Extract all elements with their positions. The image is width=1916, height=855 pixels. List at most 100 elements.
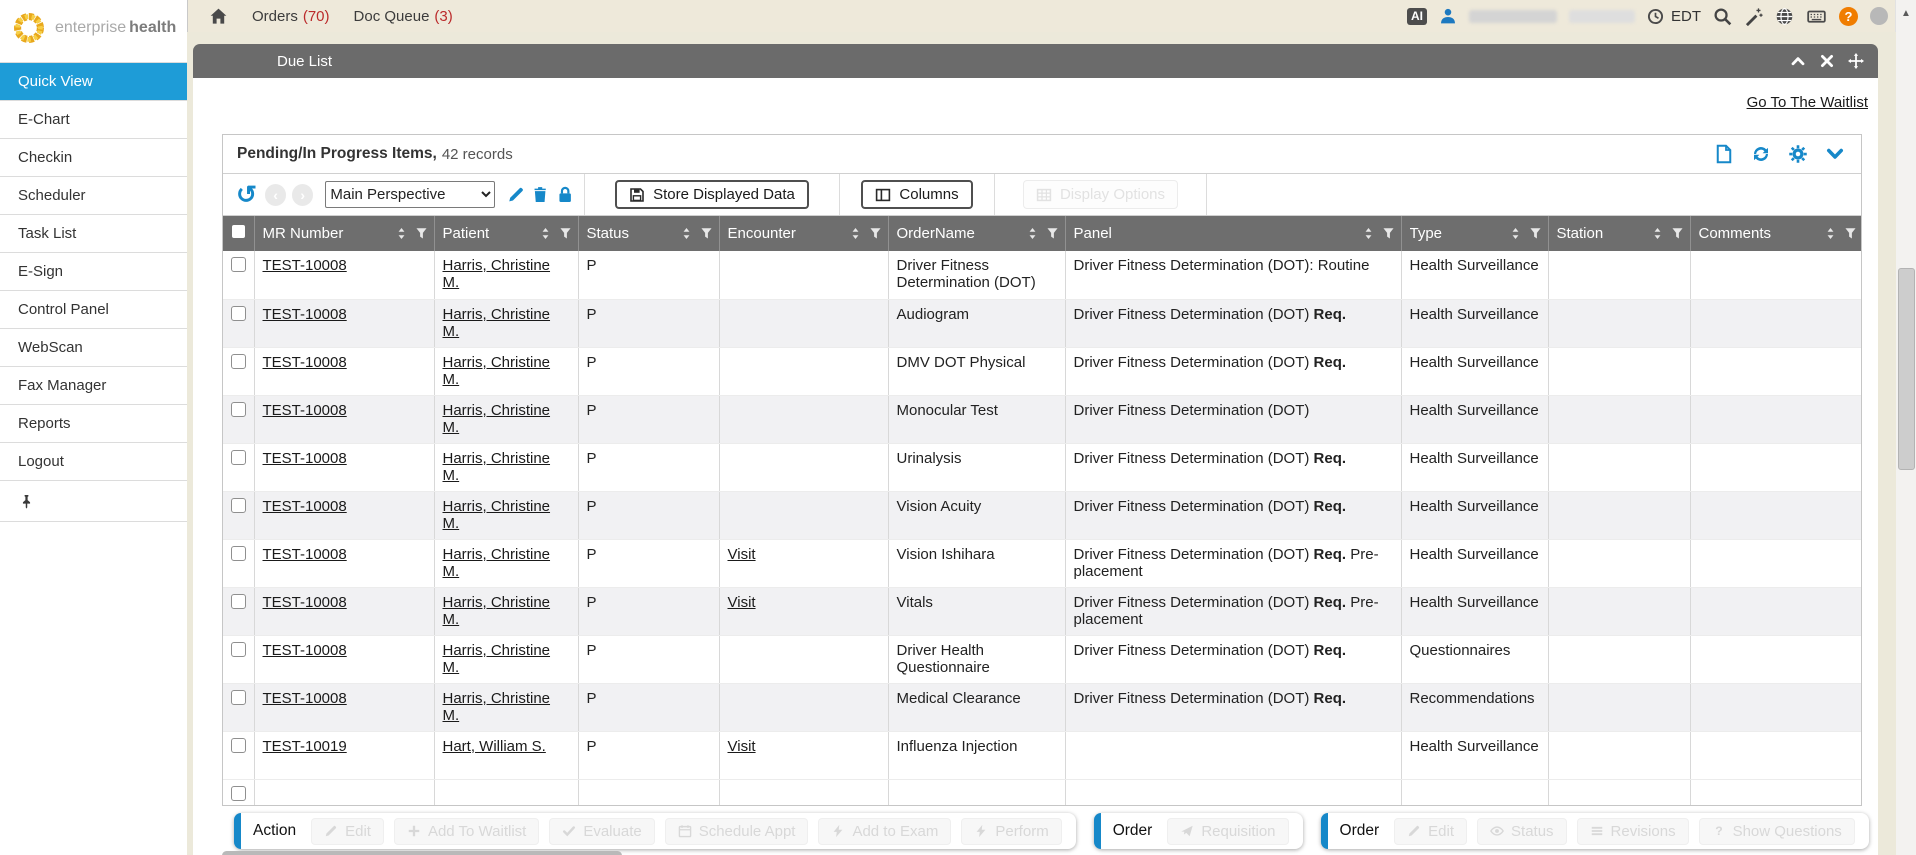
sort-icon[interactable]: [849, 227, 862, 240]
mr-number-link[interactable]: TEST-10008: [263, 690, 347, 707]
filter-icon[interactable]: [1046, 227, 1059, 240]
row-checkbox[interactable]: [231, 642, 246, 657]
home-icon[interactable]: [209, 7, 228, 26]
mr-number-link[interactable]: TEST-10019: [263, 738, 347, 755]
sidebar-item-control-panel[interactable]: Control Panel: [0, 291, 187, 329]
new-document-icon[interactable]: [1714, 144, 1734, 164]
help-icon[interactable]: ?: [1839, 7, 1858, 26]
add-to-exam-button[interactable]: Add to Exam: [818, 818, 951, 845]
filter-icon[interactable]: [415, 227, 428, 240]
vertical-scrollbar[interactable]: ▲: [1895, 0, 1916, 855]
show-questions-button[interactable]: Show Questions: [1699, 818, 1855, 845]
sort-icon[interactable]: [1362, 227, 1375, 240]
row-checkbox[interactable]: [231, 690, 246, 705]
row-checkbox[interactable]: [231, 594, 246, 609]
select-all-header[interactable]: [223, 216, 254, 251]
patient-link[interactable]: Harris, Christine M.: [443, 594, 551, 628]
ai-badge[interactable]: AI: [1407, 8, 1427, 25]
sort-icon[interactable]: [1026, 227, 1039, 240]
mr-number-link[interactable]: TEST-10008: [263, 594, 347, 611]
filter-icon[interactable]: [869, 227, 882, 240]
store-displayed-data-button[interactable]: Store Displayed Data: [615, 180, 809, 209]
edit-perspective-icon[interactable]: [507, 185, 525, 204]
sort-icon[interactable]: [1824, 227, 1837, 240]
search-icon[interactable]: [1713, 7, 1732, 26]
sidebar-item-e-chart[interactable]: E-Chart: [0, 101, 187, 139]
lock-icon[interactable]: [556, 185, 574, 204]
row-checkbox[interactable]: [231, 306, 246, 321]
column-header-type[interactable]: Type: [1401, 216, 1548, 251]
wand-icon[interactable]: [1744, 7, 1763, 26]
row-checkbox[interactable]: [231, 402, 246, 417]
status-button[interactable]: Status: [1477, 818, 1567, 845]
globe-icon[interactable]: [1775, 7, 1794, 26]
encounter-link[interactable]: Visit: [728, 738, 756, 755]
patient-link[interactable]: Harris, Christine M.: [443, 306, 551, 340]
perform-button[interactable]: Perform: [961, 818, 1061, 845]
row-checkbox[interactable]: [231, 257, 246, 272]
patient-link[interactable]: Harris, Christine M.: [443, 546, 551, 580]
encounter-link[interactable]: Visit: [728, 594, 756, 611]
revisions-button[interactable]: Revisions: [1577, 818, 1689, 845]
move-icon[interactable]: [1848, 53, 1864, 69]
row-checkbox[interactable]: [231, 738, 246, 753]
column-header-encounter[interactable]: Encounter: [719, 216, 888, 251]
mr-number-link[interactable]: TEST-10008: [263, 354, 347, 371]
sidebar-item-e-sign[interactable]: E-Sign: [0, 253, 187, 291]
keyboard-icon[interactable]: [1806, 7, 1827, 26]
column-header-station[interactable]: Station: [1548, 216, 1690, 251]
patient-link[interactable]: Hart, William S.: [443, 738, 546, 755]
gear-icon[interactable]: [1788, 144, 1808, 164]
patient-link[interactable]: Harris, Christine M.: [443, 690, 551, 724]
sidebar-item-fax-manager[interactable]: Fax Manager: [0, 367, 187, 405]
patient-link[interactable]: Harris, Christine M.: [443, 354, 551, 388]
filter-icon[interactable]: [1671, 227, 1684, 240]
mr-number-link[interactable]: TEST-10008: [263, 498, 347, 515]
sidebar-item-scheduler[interactable]: Scheduler: [0, 177, 187, 215]
prev-perspective-button[interactable]: ‹: [265, 184, 286, 206]
undo-icon[interactable]: ↺: [236, 185, 257, 205]
refresh-icon[interactable]: [1751, 144, 1771, 164]
row-checkbox[interactable]: [231, 498, 246, 513]
sort-icon[interactable]: [539, 227, 552, 240]
go-to-waitlist-link[interactable]: Go To The Waitlist: [1747, 94, 1868, 111]
sidebar-item-logout[interactable]: Logout: [0, 443, 187, 481]
nav-orders[interactable]: Orders (70): [252, 8, 330, 25]
scrollbar-thumb[interactable]: [1898, 268, 1915, 470]
row-checkbox[interactable]: [231, 450, 246, 465]
evaluate-button[interactable]: Evaluate: [549, 818, 654, 845]
sidebar-item-checkin[interactable]: Checkin: [0, 139, 187, 177]
column-header-mr-number[interactable]: MR Number: [254, 216, 434, 251]
edit-button[interactable]: Edit: [311, 818, 384, 845]
mr-number-link[interactable]: TEST-10008: [263, 546, 347, 563]
column-header-patient[interactable]: Patient: [434, 216, 578, 251]
edit-button[interactable]: Edit: [1394, 818, 1467, 845]
filter-icon[interactable]: [700, 227, 713, 240]
collapse-icon[interactable]: [1790, 53, 1806, 69]
mr-number-link[interactable]: TEST-10008: [263, 402, 347, 419]
sidebar-item-quick-view[interactable]: Quick View: [0, 63, 187, 101]
delete-perspective-icon[interactable]: [531, 185, 549, 204]
scroll-up-arrow[interactable]: ▲: [1896, 0, 1916, 19]
mr-number-link[interactable]: TEST-10008: [263, 450, 347, 467]
schedule-appt-button[interactable]: Schedule Appt: [665, 818, 809, 845]
close-icon[interactable]: [1819, 53, 1835, 69]
add-to-waitlist-button[interactable]: Add To Waitlist: [394, 818, 539, 845]
encounter-link[interactable]: Visit: [728, 546, 756, 563]
chevron-down-icon[interactable]: [1825, 144, 1845, 164]
filter-icon[interactable]: [1529, 227, 1542, 240]
sort-icon[interactable]: [1509, 227, 1522, 240]
sidebar-item-webscan[interactable]: WebScan: [0, 329, 187, 367]
columns-button[interactable]: Columns: [861, 180, 972, 209]
row-checkbox[interactable]: [231, 354, 246, 369]
filter-icon[interactable]: [559, 227, 572, 240]
filter-icon[interactable]: [1844, 227, 1857, 240]
column-header-panel[interactable]: Panel: [1065, 216, 1401, 251]
requisition-button[interactable]: Requisition: [1167, 818, 1288, 845]
column-header-comments[interactable]: Comments: [1690, 216, 1862, 251]
patient-link[interactable]: Harris, Christine M.: [443, 257, 551, 291]
patient-link[interactable]: Harris, Christine M.: [443, 402, 551, 436]
sort-icon[interactable]: [680, 227, 693, 240]
sort-icon[interactable]: [1651, 227, 1664, 240]
nav-doc-queue[interactable]: Doc Queue (3): [354, 8, 453, 25]
